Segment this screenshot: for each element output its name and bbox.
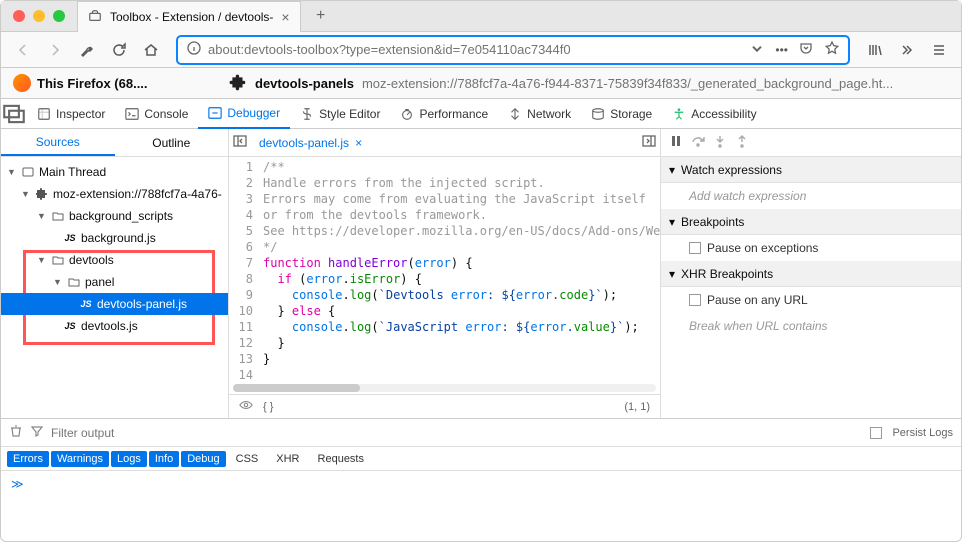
step-over-button[interactable]	[691, 134, 705, 151]
devtools-wrench-icon[interactable]	[73, 36, 101, 64]
url-text: about:devtools-toolbox?type=extension&id…	[208, 42, 743, 57]
devtools-tab-accessibility[interactable]: Accessibility	[662, 99, 766, 129]
js-file-icon: JS	[63, 319, 77, 333]
extension-puzzle-icon	[229, 74, 247, 92]
outline-tab[interactable]: Outline	[115, 129, 229, 156]
window-minimize-button[interactable]	[33, 10, 45, 22]
console-prompt[interactable]: ≫	[1, 471, 961, 497]
info-icon[interactable]	[186, 40, 202, 59]
tree-file-devtools-panel-js[interactable]: JSdevtools-panel.js	[1, 293, 228, 315]
extension-puzzle-icon	[35, 187, 49, 201]
clear-console-icon[interactable]	[9, 424, 23, 441]
filter-funnel-icon	[31, 425, 43, 440]
browser-tab[interactable]: Toolbox - Extension / devtools- ×	[77, 1, 301, 32]
checkbox-icon[interactable]	[689, 294, 701, 306]
extension-name[interactable]: devtools-panels	[255, 76, 354, 91]
library-icon[interactable]	[861, 36, 889, 64]
tab-close-icon[interactable]: ×	[281, 9, 289, 25]
horizontal-scrollbar[interactable]	[233, 384, 656, 392]
chevron-down-icon: ▾	[669, 215, 675, 229]
tab-title: Toolbox - Extension / devtools-	[110, 10, 273, 24]
tree-folder-panel[interactable]: ▼panel	[1, 271, 228, 293]
devtools-toolbar: InspectorConsoleDebuggerStyle EditorPerf…	[1, 99, 961, 129]
devtools-tab-performance[interactable]: Performance	[390, 99, 498, 129]
step-in-button[interactable]	[713, 134, 727, 151]
tree-folder-devtools[interactable]: ▼devtools	[1, 249, 228, 271]
watch-eye-icon[interactable]	[239, 398, 253, 415]
pause-on-exceptions-toggle[interactable]: Pause on exceptions	[661, 235, 961, 261]
console-cat-info[interactable]: Info	[149, 451, 179, 467]
console-filter-input[interactable]	[51, 426, 862, 440]
js-file-icon: JS	[63, 231, 77, 245]
pause-any-url-toggle[interactable]: Pause on any URL	[661, 287, 961, 313]
console-cat-logs[interactable]: Logs	[111, 451, 147, 467]
console-cat-errors[interactable]: Errors	[7, 451, 49, 467]
js-file-icon: JS	[79, 297, 93, 311]
tree-folder-background-scripts[interactable]: ▼background_scripts	[1, 205, 228, 227]
devtools-tab-network[interactable]: Network	[498, 99, 581, 129]
cursor-position: (1, 1)	[624, 401, 650, 413]
console-cat-warnings[interactable]: Warnings	[51, 451, 109, 467]
tree-main-thread[interactable]: ▼Main Thread	[1, 161, 228, 183]
context-page-url: moz-extension://788fcf7a-4a76-f944-8371-…	[362, 76, 893, 91]
bookmark-star-icon[interactable]	[824, 40, 840, 59]
hamburger-menu-icon[interactable]	[925, 36, 953, 64]
add-watch-input[interactable]: Add watch expression	[661, 183, 961, 209]
overflow-chevrons-icon[interactable]	[893, 36, 921, 64]
folder-icon	[67, 275, 81, 289]
window-close-button[interactable]	[13, 10, 25, 22]
new-tab-button[interactable]: +	[307, 4, 335, 28]
watch-expressions-header[interactable]: ▾Watch expressions	[661, 157, 961, 183]
tree-extension-origin[interactable]: ▼moz-extension://788fcf7a-4a76-	[1, 183, 228, 205]
address-bar[interactable]: about:devtools-toolbox?type=extension&id…	[177, 36, 849, 64]
reload-button[interactable]	[105, 36, 133, 64]
home-button[interactable]	[137, 36, 165, 64]
toolbox-icon	[88, 9, 102, 26]
pretty-print-icon[interactable]: { }	[263, 401, 273, 413]
panel-collapse-left-icon[interactable]	[233, 134, 247, 151]
folder-icon	[51, 209, 65, 223]
firefox-icon	[13, 74, 31, 92]
checkbox-icon[interactable]	[870, 427, 882, 439]
folder-icon	[51, 253, 65, 267]
pocket-icon[interactable]	[798, 40, 814, 59]
code-editor[interactable]: /** Handle errors from the injected scri…	[259, 157, 660, 384]
chevron-down-icon: ▾	[669, 163, 675, 177]
xhr-breakpoints-header[interactable]: ▾XHR Breakpoints	[661, 261, 961, 287]
forward-button[interactable]	[41, 36, 69, 64]
chevron-down-icon: ▾	[669, 267, 675, 281]
line-gutter[interactable]: 123456789101112131415161718	[229, 157, 259, 384]
console-cat-requests[interactable]: Requests	[310, 451, 372, 467]
console-cat-debug[interactable]: Debug	[181, 451, 225, 467]
tree-file-devtools-js[interactable]: JSdevtools.js	[1, 315, 228, 337]
thread-icon	[21, 165, 35, 179]
breakpoints-header[interactable]: ▾Breakpoints	[661, 209, 961, 235]
devtools-tab-inspector[interactable]: Inspector	[27, 99, 115, 129]
xhr-url-input[interactable]: Break when URL contains	[661, 313, 961, 339]
devtools-tab-debugger[interactable]: Debugger	[198, 99, 290, 129]
console-cat-xhr[interactable]: XHR	[268, 451, 307, 467]
dropdown-chevron-icon[interactable]	[749, 40, 765, 59]
page-actions-icon[interactable]: •••	[775, 43, 788, 57]
tree-file-background-js[interactable]: JSbackground.js	[1, 227, 228, 249]
devtools-tab-console[interactable]: Console	[115, 99, 198, 129]
persist-logs-toggle[interactable]: Persist Logs	[870, 427, 953, 439]
devtools-tab-storage[interactable]: Storage	[581, 99, 662, 129]
step-out-button[interactable]	[735, 134, 749, 151]
console-cat-css[interactable]: CSS	[228, 451, 267, 467]
iframe-picker-icon[interactable]	[1, 101, 27, 127]
back-button[interactable]	[9, 36, 37, 64]
checkbox-icon[interactable]	[689, 242, 701, 254]
context-firefox-label[interactable]: This Firefox (68....	[37, 76, 148, 91]
close-icon[interactable]: ×	[355, 136, 362, 150]
panel-collapse-right-icon[interactable]	[642, 134, 656, 151]
pause-resume-button[interactable]	[669, 134, 683, 151]
window-maximize-button[interactable]	[53, 10, 65, 22]
devtools-tab-style-editor[interactable]: Style Editor	[290, 99, 390, 129]
editor-tab[interactable]: devtools-panel.js×	[253, 136, 368, 150]
sources-tab[interactable]: Sources	[1, 129, 115, 156]
